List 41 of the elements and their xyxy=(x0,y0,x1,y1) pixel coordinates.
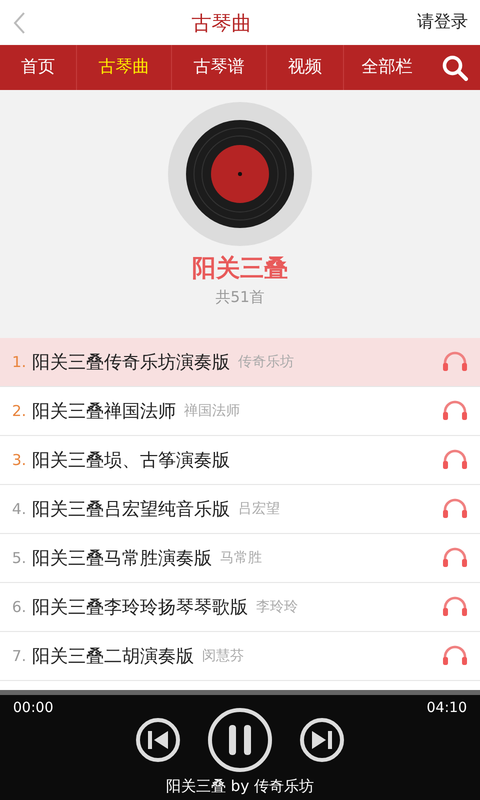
duration-time: 04:10 xyxy=(426,699,467,718)
track-number: 5. xyxy=(12,548,28,569)
login-link[interactable]: 请登录 xyxy=(417,10,468,36)
track-title: 阳关三叠马常胜演奏版 xyxy=(32,546,212,570)
track-number: 4. xyxy=(12,498,28,520)
track-number: 7. xyxy=(12,646,28,667)
elapsed-time: 00:00 xyxy=(13,699,54,718)
nav-tab[interactable]: 全部栏 xyxy=(344,45,430,90)
headphones-icon xyxy=(442,645,468,667)
next-icon[interactable] xyxy=(299,717,345,763)
vinyl-record-icon xyxy=(168,102,312,246)
track-title: 阳关三叠埙、古筝演奏版 xyxy=(32,448,230,472)
track-artist: 马常胜 xyxy=(220,548,262,568)
track-title: 阳关三叠吕宏望纯音乐版 xyxy=(32,498,230,522)
now-playing-caption: 阳关三叠 by 传奇乐坊 xyxy=(166,776,314,797)
track-artist: 吕宏望 xyxy=(238,500,280,518)
album-title: 阳关三叠 xyxy=(192,253,288,284)
headphones-icon xyxy=(442,498,468,520)
headphones-icon xyxy=(442,449,468,471)
track-number: 6. xyxy=(12,596,28,618)
pause-icon[interactable] xyxy=(207,707,273,773)
track-artist: 闵慧芬 xyxy=(202,646,244,666)
track-title: 阳关三叠二胡演奏版 xyxy=(32,644,194,668)
track-number: 3. xyxy=(12,450,28,471)
track-title: 阳关三叠李玲玲扬琴琴歌版 xyxy=(32,596,248,620)
track-title: 阳关三叠传奇乐坊演奏版 xyxy=(32,350,230,374)
track-title: 阳关三叠禅国法师 xyxy=(32,400,176,424)
headphones-icon xyxy=(442,596,468,618)
track-number: 1. xyxy=(12,352,28,373)
track-row[interactable]: 1. 阳关三叠传奇乐坊演奏版 传奇乐坊 xyxy=(0,338,480,387)
track-number: 2. xyxy=(12,400,28,422)
track-artist: 李玲玲 xyxy=(256,598,298,616)
track-count: 共51首 xyxy=(215,287,265,308)
page-title: 古琴曲 xyxy=(192,10,252,36)
track-artist: 传奇乐坊 xyxy=(238,352,294,372)
track-artist: 禅国法师 xyxy=(184,402,240,420)
headphones-icon xyxy=(442,400,468,422)
previous-icon[interactable] xyxy=(135,717,181,763)
search-icon[interactable] xyxy=(442,54,468,80)
headphones-icon xyxy=(442,547,468,569)
headphones-icon xyxy=(442,351,468,373)
